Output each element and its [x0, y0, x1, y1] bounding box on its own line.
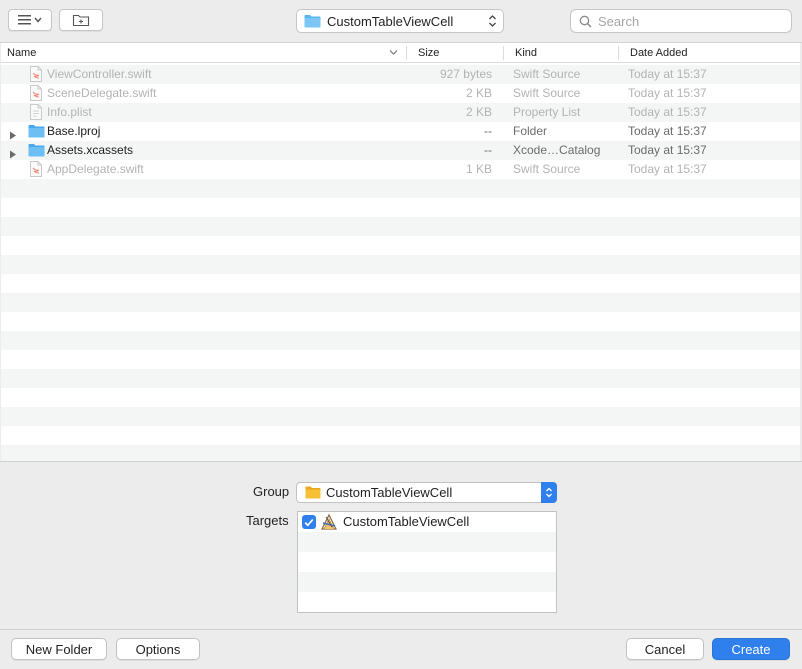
file-kind: Xcode…Catalog — [513, 143, 601, 157]
file-size: 927 bytes — [439, 67, 492, 81]
column-separator[interactable] — [618, 46, 619, 60]
folder-icon — [304, 15, 321, 28]
location-label: CustomTableViewCell — [327, 13, 454, 29]
column-separator[interactable] — [406, 46, 407, 60]
targets-list: CustomTableViewCell — [297, 511, 557, 613]
toolbar: CustomTableViewCell — [0, 0, 802, 43]
target-name: CustomTableViewCell — [343, 514, 470, 529]
row-stripe — [1, 331, 800, 350]
column-date-added[interactable]: Date Added — [624, 43, 688, 63]
row-stripe — [1, 445, 800, 461]
file-kind: Property List — [513, 105, 581, 119]
target-checkbox[interactable] — [302, 515, 316, 529]
search-icon — [579, 15, 592, 28]
row-stripe — [1, 217, 800, 236]
file-row: AppDelegate.swift 1 KB Swift Source Today a… — [1, 160, 800, 179]
file-kind: Swift Source — [513, 162, 581, 176]
row-stripe — [1, 407, 800, 426]
file-date-added: Today at 15:37 — [628, 124, 707, 138]
row-stripe — [1, 293, 800, 312]
cancel-button[interactable]: Cancel — [626, 638, 704, 660]
file-name: SceneDelegate.swift — [47, 86, 157, 100]
file-date-added: Today at 15:37 — [628, 67, 707, 81]
row-stripe — [1, 312, 800, 331]
target-row-empty — [298, 572, 556, 592]
group-popup[interactable]: CustomTableViewCell — [296, 482, 557, 503]
file-size: 1 KB — [465, 162, 492, 176]
dialog-footer: New Folder Options Cancel Create — [0, 629, 802, 669]
column-name[interactable]: Name — [1, 43, 36, 63]
chevron-updown-icon — [546, 487, 552, 498]
app-target-icon — [321, 513, 337, 530]
file-browser: Name Size Kind Date Added ViewController… — [1, 43, 800, 461]
options-panel: Group CustomTableViewCell Targets Custom… — [0, 461, 802, 629]
file-kind: Swift Source — [513, 86, 581, 100]
swift-file-icon — [29, 161, 43, 183]
file-name: ViewController.swift — [47, 67, 152, 81]
file-date-added: Today at 15:37 — [628, 162, 707, 176]
file-name: Info.plist — [47, 105, 92, 119]
file-row: ViewController.swift 927 bytes Swift Sourc… — [1, 65, 800, 84]
column-separator[interactable] — [503, 46, 504, 60]
row-stripe — [1, 179, 800, 198]
file-size: -- — [484, 143, 492, 157]
file-row[interactable]: Assets.xcassets -- Xcode…Catalog Today at 1… — [1, 141, 800, 160]
target-row-empty — [298, 592, 556, 612]
row-stripe — [1, 198, 800, 217]
file-row: SceneDelegate.swift 2 KB Swift Source Today… — [1, 84, 800, 103]
options-button[interactable]: Options — [116, 638, 200, 660]
row-stripe — [1, 255, 800, 274]
list-view-icon — [18, 15, 42, 25]
file-name: Base.lproj — [47, 124, 101, 138]
file-kind: Swift Source — [513, 67, 581, 81]
chevron-down-icon[interactable] — [389, 49, 398, 56]
file-name: Assets.xcassets — [47, 143, 134, 157]
row-stripe — [1, 388, 800, 407]
row-stripe — [1, 369, 800, 388]
file-date-added: Today at 15:37 — [628, 86, 707, 100]
column-size[interactable]: Size — [412, 43, 439, 63]
file-size: -- — [484, 124, 492, 138]
chevron-updown-icon — [489, 15, 496, 27]
row-stripe — [1, 350, 800, 369]
file-row: Info.plist 2 KB Property List Today at 15:3… — [1, 103, 800, 122]
search-input[interactable] — [598, 13, 778, 29]
row-stripe — [1, 274, 800, 293]
column-header: Name Size Kind Date Added — [1, 43, 800, 63]
target-row[interactable]: CustomTableViewCell — [298, 512, 556, 532]
row-stripe — [1, 236, 800, 255]
file-size: 2 KB — [465, 105, 492, 119]
checkmark-icon — [304, 518, 314, 526]
target-row-empty — [298, 552, 556, 572]
file-size: 2 KB — [465, 86, 492, 100]
location-popup[interactable]: CustomTableViewCell — [296, 9, 504, 33]
new-folder-icon — [72, 14, 90, 27]
create-button[interactable]: Create — [712, 638, 790, 660]
group-label: Group — [253, 484, 290, 499]
column-kind[interactable]: Kind — [509, 43, 537, 63]
group-value: CustomTableViewCell — [326, 485, 453, 500]
targets-label: Targets — [246, 513, 289, 528]
file-date-added: Today at 15:37 — [628, 143, 707, 157]
file-kind: Folder — [513, 124, 548, 138]
file-date-added: Today at 15:37 — [628, 105, 707, 119]
search-field[interactable] — [570, 9, 792, 33]
new-folder-toolbar-button[interactable] — [59, 9, 103, 31]
row-stripe — [1, 426, 800, 445]
file-row[interactable]: Base.lproj -- Folder Today at 15:37 — [1, 122, 800, 141]
folder-icon — [305, 486, 321, 499]
new-folder-button[interactable]: New Folder — [11, 638, 107, 660]
view-options-button[interactable] — [8, 9, 52, 31]
target-row-empty — [298, 532, 556, 552]
group-popup-stepper[interactable] — [541, 482, 557, 503]
file-name: AppDelegate.swift — [47, 162, 144, 176]
